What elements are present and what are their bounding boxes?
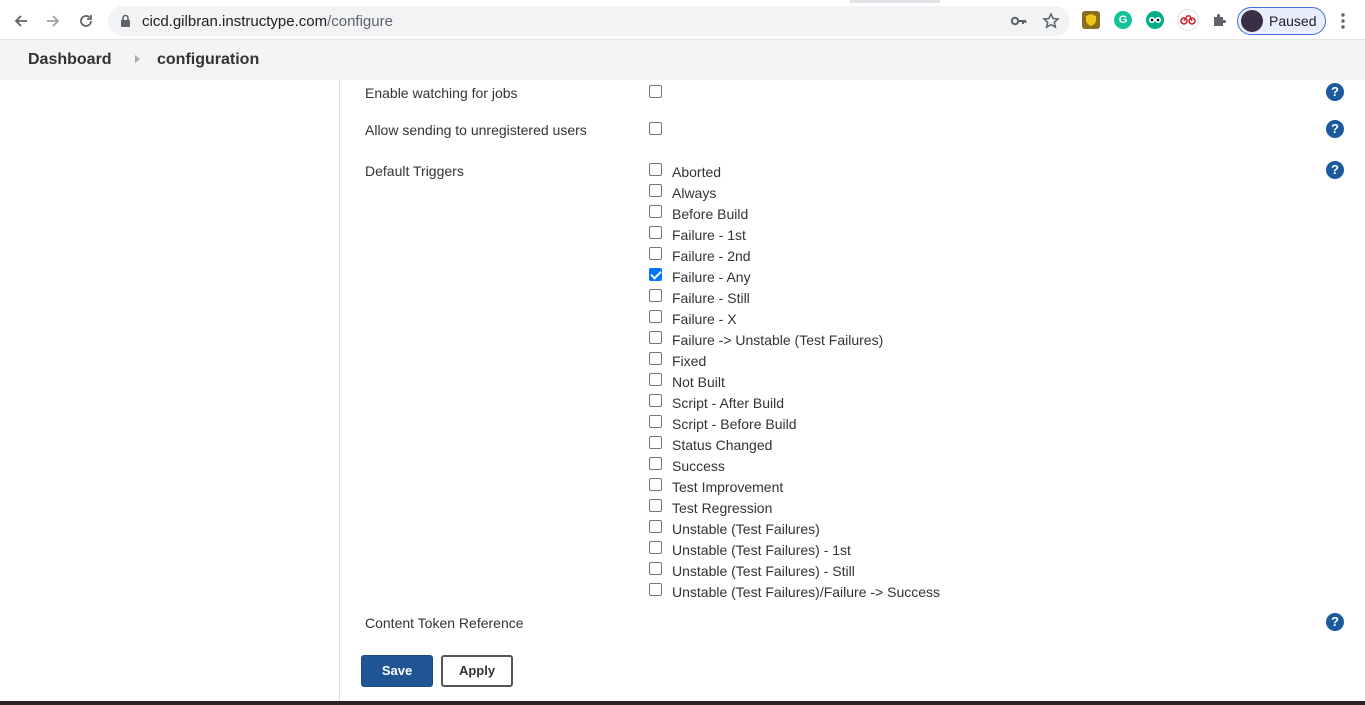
shield-icon [1086,14,1096,26]
help-icon[interactable]: ? [1326,83,1344,101]
address-bar[interactable]: cicd.gilbran.instructype.com/configure [108,6,1070,36]
trigger-checkbox[interactable] [649,247,662,260]
save-button[interactable]: Save [361,655,433,687]
trigger-label: Unstable (Test Failures) [672,521,820,537]
trigger-label: Script - Before Build [672,416,797,432]
help-icon[interactable]: ? [1326,120,1344,138]
apply-button[interactable]: Apply [441,655,513,687]
trigger-label: Success [672,458,725,474]
url-host: cicd.gilbran.instructype.com [142,13,328,30]
forward-button[interactable] [40,8,66,34]
arrow-left-icon [14,15,27,27]
trigger-label: Failure - Still [672,290,750,306]
browser-toolbar: cicd.gilbran.instructype.com/configure G… [0,0,1365,40]
more-menu-icon[interactable] [1336,11,1350,31]
bike-icon [1180,15,1196,25]
arrow-right-icon [47,15,60,27]
trigger-checkbox[interactable] [649,310,662,323]
trigger-label: Aborted [672,164,722,180]
trigger-checkbox[interactable] [649,268,662,281]
trigger-checkbox[interactable] [649,562,662,575]
trigger-checkbox[interactable] [649,205,662,218]
trigger-label: Fixed [672,353,707,369]
shield-extension-icon[interactable] [1082,11,1100,29]
reload-button[interactable] [73,8,99,34]
trigger-label: Always [672,185,717,201]
content-token-label: Content Token Reference [365,615,524,631]
grammarly-extension-icon[interactable]: G [1114,11,1132,29]
trigger-checkbox[interactable] [649,583,662,596]
star-icon[interactable] [1042,12,1060,30]
enable-watching-label: Enable watching for jobs [365,85,518,101]
trigger-label: Unstable (Test Failures) - Still [672,563,855,579]
trigger-label: Not Built [672,374,725,390]
key-icon[interactable] [1010,12,1028,30]
trigger-label: Script - After Build [672,395,785,411]
trigger-checkbox[interactable] [649,415,662,428]
reload-icon [80,15,92,27]
trigger-checkbox[interactable] [649,436,662,449]
trigger-checkbox[interactable] [649,457,662,470]
trigger-checkbox[interactable] [649,394,662,407]
trigger-checkbox[interactable] [649,163,662,176]
breadcrumb-configuration[interactable]: configuration [157,51,259,69]
help-icon[interactable]: ? [1326,161,1344,179]
trigger-checkbox[interactable] [649,184,662,197]
desktop-background-strip [0,701,1365,705]
trigger-checkbox[interactable] [649,373,662,386]
trigger-label: Test Improvement [672,479,784,495]
bike-extension-icon[interactable] [1177,9,1199,31]
default-triggers-label: Default Triggers [365,163,464,179]
tripadvisor-extension-icon[interactable] [1146,11,1164,29]
trigger-label: Failure - Any [672,269,751,285]
avatar [1241,10,1263,32]
url-path: /configure [327,13,393,30]
extensions-button[interactable] [1210,11,1228,29]
owl-eyes-icon [1149,17,1161,23]
trigger-label: Failure - X [672,311,737,327]
side-panel [0,80,340,705]
breadcrumb-dashboard[interactable]: Dashboard [28,51,112,69]
url-text: cicd.gilbran.instructype.com/configure [142,13,393,30]
back-button[interactable] [8,8,34,34]
trigger-checkbox[interactable] [649,541,662,554]
tab-edge [940,0,1365,3]
trigger-label: Status Changed [672,437,773,453]
profile-status: Paused [1269,13,1317,29]
allow-unregistered-checkbox[interactable] [649,122,662,135]
enable-watching-checkbox[interactable] [649,85,662,98]
trigger-label: Test Regression [672,500,773,516]
allow-unregistered-label: Allow sending to unregistered users [365,122,587,138]
trigger-checkbox[interactable] [649,352,662,365]
chevron-right-icon[interactable] [135,55,140,63]
trigger-label: Before Build [672,206,749,222]
tab-edge [0,0,850,3]
trigger-label: Failure - 2nd [672,248,751,264]
profile-button[interactable]: Paused [1237,7,1326,35]
trigger-label: Unstable (Test Failures) - 1st [672,542,851,558]
tab-strip [0,0,1365,3]
breadcrumb: Dashboard configuration [0,40,1365,80]
trigger-label: Failure - 1st [672,227,746,243]
puzzle-icon [1214,14,1226,26]
trigger-checkbox[interactable] [649,499,662,512]
lock-icon [121,14,130,27]
trigger-label: Unstable (Test Failures)/Failure -> Succ… [672,584,941,600]
help-icon[interactable]: ? [1326,613,1344,631]
trigger-checkbox[interactable] [649,289,662,302]
trigger-checkbox[interactable] [649,478,662,491]
trigger-checkbox[interactable] [649,226,662,239]
trigger-label: Failure -> Unstable (Test Failures) [672,332,884,348]
trigger-checkbox[interactable] [649,520,662,533]
trigger-checkbox[interactable] [649,331,662,344]
